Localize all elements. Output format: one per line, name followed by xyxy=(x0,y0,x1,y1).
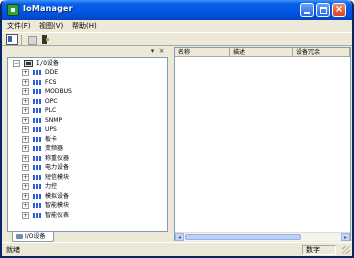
expand-icon[interactable]: + xyxy=(22,145,29,152)
driver-icon xyxy=(33,79,42,85)
tree-node-label: 智能仪表 xyxy=(45,211,70,219)
expand-icon[interactable]: + xyxy=(22,116,29,124)
pane-tabs: I/O设备 xyxy=(7,232,168,242)
tab-label: I/O设备 xyxy=(25,233,46,240)
io-tab-icon xyxy=(16,234,23,239)
pane-close-icon[interactable]: × xyxy=(158,47,165,55)
resize-grip-icon[interactable] xyxy=(342,246,350,254)
tab-io-devices[interactable]: I/O设备 xyxy=(12,232,54,242)
tree-node-label: DDE xyxy=(45,69,59,76)
expand-icon[interactable]: + xyxy=(22,173,29,181)
expand-icon[interactable]: + xyxy=(22,164,29,171)
toolbar-separator xyxy=(21,35,22,45)
minimize-icon xyxy=(304,12,310,14)
expand-icon[interactable]: + xyxy=(22,97,29,105)
driver-icon xyxy=(33,146,42,151)
expand-icon[interactable]: + xyxy=(22,107,29,114)
expand-icon[interactable]: + xyxy=(22,135,29,143)
tree-node-label: SNMP xyxy=(45,116,63,124)
expand-icon[interactable]: + xyxy=(22,88,29,95)
expand-icon[interactable]: + xyxy=(22,183,29,190)
driver-icon xyxy=(33,127,42,132)
menu-file[interactable]: 文件(F) xyxy=(7,21,31,31)
menu-bar: 文件(F) 视图(V) 帮助(H) xyxy=(2,20,352,32)
device-tree-pane: ▾ × − I/O设备 + DDE + FCS + MODBUS + OPC + PLC + SNMP… xyxy=(5,47,170,242)
maximize-button[interactable] xyxy=(316,3,330,17)
title-bar[interactable]: IoManager × xyxy=(2,0,352,20)
toggle-tree-icon[interactable] xyxy=(6,34,18,45)
tree-node-label: 力控 xyxy=(45,183,58,190)
device-list[interactable]: 名称 描述 设备冗余 ◂ ▸ xyxy=(174,47,351,241)
column-redundancy[interactable]: 设备冗余 xyxy=(293,48,350,57)
status-text: 就绪 xyxy=(6,246,20,254)
tree-node-label: OPC xyxy=(45,97,58,105)
app-icon xyxy=(7,4,19,16)
menu-view[interactable]: 视图(V) xyxy=(39,21,63,31)
tree-node-label: 短信模块 xyxy=(45,173,70,181)
driver-icon xyxy=(33,165,42,170)
status-panel-num: 数字 xyxy=(302,245,336,255)
tree-node-label: MODBUS xyxy=(45,88,72,95)
driver-icon xyxy=(33,184,42,189)
driver-icon xyxy=(33,98,42,104)
column-description[interactable]: 描述 xyxy=(230,48,293,57)
tree-node-label: 智能模块 xyxy=(45,202,70,209)
tree-node-label: 板卡 xyxy=(45,135,58,143)
io-device-icon xyxy=(24,60,33,67)
device-tool-icon[interactable] xyxy=(40,34,52,45)
driver-icon xyxy=(33,203,42,208)
expand-icon[interactable]: + xyxy=(22,211,29,219)
app-window: IoManager × 文件(F) 视图(V) 帮助(H) ▾ × − I/O设… xyxy=(0,0,354,258)
tree-node-label: FCS xyxy=(45,78,57,86)
tree-node-label: 称重仪器 xyxy=(45,154,70,162)
scroll-left-icon[interactable]: ◂ xyxy=(175,233,184,241)
driver-icon xyxy=(33,89,42,94)
pane-header: ▾ × xyxy=(5,47,170,56)
driver-icon xyxy=(33,212,42,218)
scroll-thumb[interactable] xyxy=(185,234,301,240)
status-bar: 就绪 数字 xyxy=(2,242,352,256)
driver-icon xyxy=(33,117,42,123)
tree-node-label: 电力设备 xyxy=(45,164,70,171)
driver-icon xyxy=(33,174,42,180)
expand-icon[interactable]: + xyxy=(22,202,29,209)
disabled-tool-icon[interactable] xyxy=(26,34,38,45)
driver-icon xyxy=(33,108,42,113)
maximize-icon xyxy=(320,7,327,14)
tree-node-label: UPS xyxy=(45,126,57,133)
expand-icon[interactable]: + xyxy=(22,154,29,162)
toolbar xyxy=(2,32,352,46)
minimize-button[interactable] xyxy=(300,3,314,17)
tree-node-label: 模拟设备 xyxy=(45,192,70,200)
expand-icon[interactable]: + xyxy=(22,126,29,133)
device-tree[interactable]: − I/O设备 + DDE + FCS + MODBUS + OPC + PLC + SNMP + UPS… xyxy=(7,57,168,232)
pane-dock-icon[interactable]: ▾ xyxy=(149,47,156,55)
menu-help[interactable]: 帮助(H) xyxy=(72,21,97,31)
expand-icon[interactable]: + xyxy=(22,78,29,86)
window-title: IoManager xyxy=(23,4,73,13)
driver-icon xyxy=(33,155,42,161)
expand-icon[interactable]: + xyxy=(22,69,29,76)
driver-icon xyxy=(33,136,42,142)
scroll-right-icon[interactable]: ▸ xyxy=(341,233,350,241)
tree-root-label: I/O设备 xyxy=(36,60,59,67)
expand-icon[interactable]: + xyxy=(22,192,29,200)
close-icon: × xyxy=(334,4,344,15)
driver-icon xyxy=(33,70,42,75)
tree-node-label: PLC xyxy=(45,107,57,114)
close-button[interactable]: × xyxy=(332,3,346,17)
tree-node-label: 变频器 xyxy=(45,145,64,152)
horizontal-scrollbar[interactable]: ◂ ▸ xyxy=(175,232,350,241)
driver-icon xyxy=(33,193,42,199)
collapse-icon[interactable]: − xyxy=(13,60,20,67)
column-name[interactable]: 名称 xyxy=(175,48,230,57)
